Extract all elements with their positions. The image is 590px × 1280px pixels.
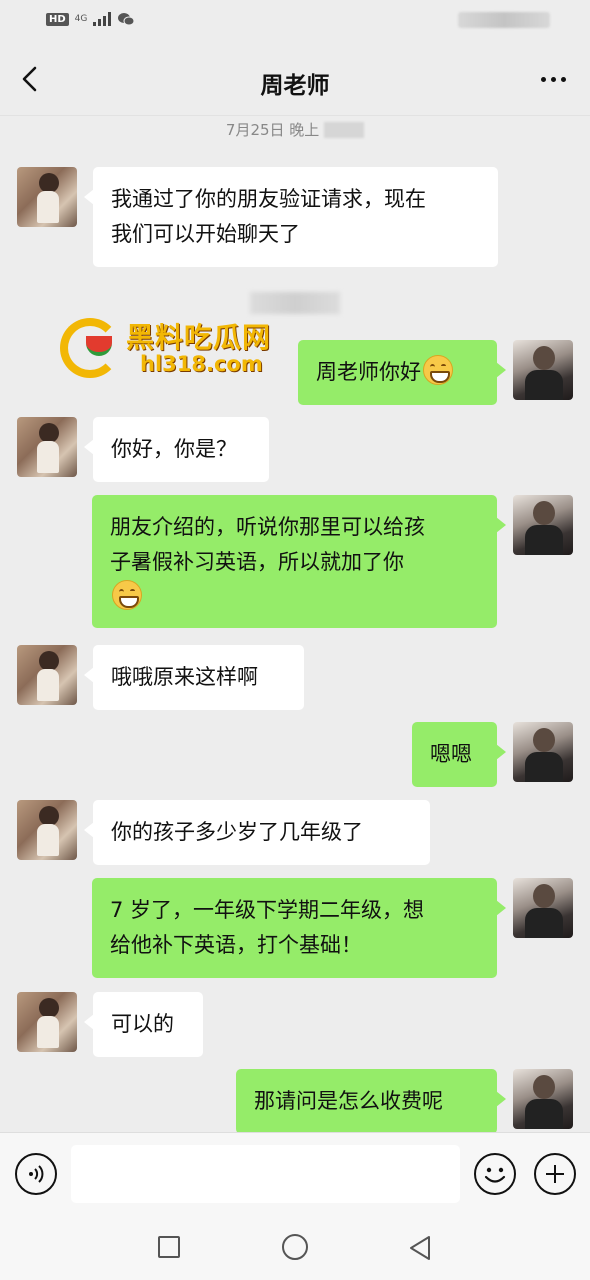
network-type: 4G <box>74 13 88 24</box>
sent-message[interactable]: 朋友介绍的，听说你那里可以给孩 子暑假补习英语，所以就加了你 <box>92 495 506 628</box>
watermark-title: 黑料吃瓜网 <box>126 321 272 354</box>
signal-icon <box>93 12 112 26</box>
status-bar: HD 4G <box>0 0 590 44</box>
sent-message[interactable]: 那请问是怎么收费呢 <box>236 1069 506 1134</box>
back-triangle-icon[interactable] <box>405 1233 435 1263</box>
my-avatar[interactable] <box>513 722 573 782</box>
wechat-notification-icon <box>118 13 135 26</box>
status-icons: HD 4G <box>46 12 135 26</box>
sent-message[interactable]: 嗯嗯 <box>412 722 506 787</box>
my-avatar[interactable] <box>513 878 573 938</box>
recent-apps-icon[interactable] <box>158 1236 180 1258</box>
sent-message[interactable]: 周老师你好 <box>298 340 506 405</box>
system-nav-bar <box>0 1217 590 1280</box>
blurred-status <box>458 12 550 28</box>
received-message[interactable]: 我通过了你的朋友验证请求，现在 我们可以开始聊天了 <box>84 167 498 267</box>
contact-avatar[interactable] <box>17 417 77 477</box>
hd-indicator: HD <box>46 12 69 26</box>
message-timestamp: 7月25日 晚上 <box>0 119 590 140</box>
contact-avatar[interactable] <box>17 992 77 1052</box>
received-message[interactable]: 你好，你是？ <box>84 417 269 482</box>
watermark-logo: 黑料吃瓜网 hl318.com <box>60 316 290 382</box>
chat-input-bar <box>0 1132 590 1217</box>
message-input[interactable] <box>71 1145 460 1203</box>
received-message[interactable]: 可以的 <box>84 992 203 1057</box>
received-message[interactable]: 你的孩子多少岁了几年级了 <box>84 800 430 865</box>
sent-message[interactable]: 7 岁了，一年级下学期二年级，想 给他补下英语，打个基础！ <box>92 878 506 978</box>
received-message[interactable]: 哦哦原来这样啊 <box>84 645 304 710</box>
more-dots-icon[interactable] <box>522 64 566 94</box>
grinning-face-emoji-icon <box>423 355 453 385</box>
contact-avatar[interactable] <box>17 645 77 705</box>
my-avatar[interactable] <box>513 495 573 555</box>
emoji-icon[interactable] <box>474 1153 516 1195</box>
home-icon[interactable] <box>282 1234 308 1260</box>
plus-icon[interactable] <box>534 1153 576 1195</box>
my-avatar[interactable] <box>513 340 573 400</box>
chat-title: 周老师 <box>260 73 330 99</box>
contact-avatar[interactable] <box>17 167 77 227</box>
watermark-subtitle: hl318.com <box>140 352 263 376</box>
chat-header: 周老师 <box>0 44 590 116</box>
voice-icon[interactable] <box>15 1153 57 1195</box>
my-avatar[interactable] <box>513 1069 573 1129</box>
contact-avatar[interactable] <box>17 800 77 860</box>
blurred-timestamp <box>250 292 340 314</box>
grinning-face-emoji-icon <box>112 580 142 610</box>
